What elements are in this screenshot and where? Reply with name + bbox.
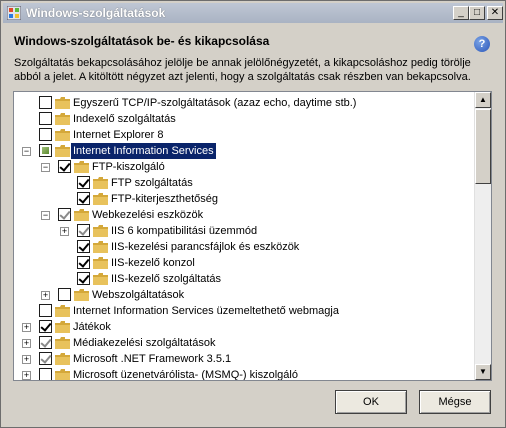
collapse-icon[interactable]: − bbox=[22, 147, 31, 156]
scrollbar-thumb[interactable] bbox=[475, 109, 491, 184]
folder-icon bbox=[74, 289, 89, 301]
expand-icon[interactable]: + bbox=[22, 339, 31, 348]
tree-item[interactable]: Egyszerű TCP/IP-szolgáltatások (azaz ech… bbox=[14, 95, 474, 111]
maximize-button[interactable]: □ bbox=[469, 6, 485, 20]
expand-icon[interactable]: + bbox=[41, 291, 50, 300]
tree-item-label: Médiakezelési szolgáltatások bbox=[73, 337, 216, 349]
folder-icon bbox=[93, 273, 108, 285]
tree-item[interactable]: + Médiakezelési szolgáltatások bbox=[14, 335, 474, 351]
help-icon[interactable]: ? bbox=[474, 36, 490, 52]
scroll-up-arrow-icon[interactable]: ▲ bbox=[475, 92, 491, 108]
feature-checkbox[interactable] bbox=[39, 368, 52, 380]
cancel-button[interactable]: Mégse bbox=[419, 390, 491, 414]
folder-icon bbox=[93, 193, 108, 205]
tree-item[interactable]: − Internet Information Services bbox=[14, 143, 474, 159]
expand-icon[interactable]: + bbox=[22, 355, 31, 364]
tree-item-label: FTP szolgáltatás bbox=[111, 177, 193, 189]
folder-icon bbox=[93, 225, 108, 237]
folder-icon bbox=[55, 113, 70, 125]
folder-icon bbox=[55, 145, 70, 157]
scroll-down-arrow-icon[interactable]: ▼ bbox=[475, 364, 491, 380]
feature-checkbox[interactable] bbox=[39, 352, 52, 365]
tree-item-label: IIS-kezelő konzol bbox=[111, 257, 195, 269]
tree-item[interactable]: IIS-kezelő szolgáltatás bbox=[14, 271, 474, 287]
tree-item[interactable]: FTP-kiterjeszthetőség bbox=[14, 191, 474, 207]
tree-item-label: Internet Explorer 8 bbox=[73, 129, 164, 141]
tree-item-label: IIS 6 kompatibilitási üzemmód bbox=[111, 225, 258, 237]
collapse-icon[interactable]: − bbox=[41, 163, 50, 172]
window-title: Windows-szolgáltatások bbox=[26, 6, 166, 20]
vertical-scrollbar[interactable]: ▲ ▼ bbox=[474, 92, 491, 380]
tree-item-label: Microsoft .NET Framework 3.5.1 bbox=[73, 353, 232, 365]
feature-checkbox[interactable] bbox=[77, 224, 90, 237]
feature-checkbox[interactable] bbox=[39, 128, 52, 141]
folder-icon bbox=[55, 353, 70, 365]
tree-item[interactable]: + Microsoft .NET Framework 3.5.1 bbox=[14, 351, 474, 367]
feature-checkbox[interactable] bbox=[39, 112, 52, 125]
close-button[interactable]: ✕ bbox=[487, 6, 503, 20]
feature-checkbox[interactable] bbox=[58, 160, 71, 173]
tree-item-label: Egyszerű TCP/IP-szolgáltatások (azaz ech… bbox=[73, 97, 357, 109]
tree-item[interactable]: Indexelő szolgáltatás bbox=[14, 111, 474, 127]
folder-icon bbox=[55, 305, 70, 317]
expand-icon[interactable]: + bbox=[22, 323, 31, 332]
windows-features-dialog: Windows-szolgáltatások _ □ ✕ Windows-szo… bbox=[0, 0, 506, 428]
tree-item-label: IIS-kezelő szolgáltatás bbox=[111, 273, 222, 285]
folder-icon bbox=[55, 97, 70, 109]
folder-icon bbox=[74, 209, 89, 221]
feature-checkbox[interactable] bbox=[39, 304, 52, 317]
minimize-button[interactable]: _ bbox=[453, 6, 469, 20]
dialog-heading: Windows-szolgáltatások be- és kikapcsolá… bbox=[14, 34, 270, 48]
tree-item[interactable]: Internet Information Services üzemelteth… bbox=[14, 303, 474, 319]
tree-item-label: IIS-kezelési parancsfájlok és eszközök bbox=[111, 241, 300, 253]
folder-icon bbox=[74, 161, 89, 173]
tree-item[interactable]: + IIS 6 kompatibilitási üzemmód bbox=[14, 223, 474, 239]
tree-item[interactable]: IIS-kezelési parancsfájlok és eszközök bbox=[14, 239, 474, 255]
tree-item-label: Játékok bbox=[73, 321, 111, 333]
feature-checkbox[interactable] bbox=[39, 336, 52, 349]
tree-item[interactable]: IIS-kezelő konzol bbox=[14, 255, 474, 271]
tree-item-label: FTP-kiterjeszthetőség bbox=[111, 193, 218, 205]
feature-checkbox[interactable] bbox=[39, 320, 52, 333]
folder-icon bbox=[55, 369, 70, 380]
feature-checkbox[interactable] bbox=[77, 176, 90, 189]
feature-checkbox[interactable] bbox=[77, 240, 90, 253]
tree-item-label: Webszolgáltatások bbox=[92, 289, 185, 301]
tree-item-label: FTP-kiszolgáló bbox=[92, 161, 165, 173]
windows-features-icon bbox=[7, 6, 21, 20]
tree-item[interactable]: Internet Explorer 8 bbox=[14, 127, 474, 143]
description-text: Szolgáltatás bekapcsolásához jelölje be … bbox=[14, 57, 471, 83]
tree-item-label: Internet Information Services üzemelteth… bbox=[73, 305, 339, 317]
folder-icon bbox=[93, 241, 108, 253]
folder-icon bbox=[93, 257, 108, 269]
tree-item-label: Indexelő szolgáltatás bbox=[73, 113, 176, 125]
feature-checkbox[interactable] bbox=[39, 144, 52, 157]
tree-item[interactable]: + Webszolgáltatások bbox=[14, 287, 474, 303]
expand-icon[interactable]: + bbox=[22, 371, 31, 380]
collapse-icon[interactable]: − bbox=[41, 211, 50, 220]
folder-icon bbox=[55, 129, 70, 141]
feature-checkbox[interactable] bbox=[77, 256, 90, 269]
tree-item[interactable]: + Játékok bbox=[14, 319, 474, 335]
tree-item[interactable]: + Microsoft üzenetvárólista- (MSMQ-) kisz… bbox=[14, 367, 474, 381]
feature-checkbox[interactable] bbox=[77, 272, 90, 285]
feature-checkbox[interactable] bbox=[58, 288, 71, 301]
tree-item-label: Microsoft üzenetvárólista- (MSMQ-) kiszo… bbox=[73, 369, 298, 381]
tree-item-label: Internet Information Services bbox=[71, 143, 216, 159]
feature-checkbox[interactable] bbox=[58, 208, 71, 221]
tree-item[interactable]: − Webkezelési eszközök bbox=[14, 207, 474, 223]
features-tree[interactable]: ▲ ▼ Egyszerű TCP/IP-szolgáltatások (azaz… bbox=[13, 91, 492, 381]
feature-checkbox[interactable] bbox=[77, 192, 90, 205]
title-bar[interactable]: Windows-szolgáltatások _ □ ✕ bbox=[3, 3, 503, 23]
tree-item[interactable]: − FTP-kiszolgáló bbox=[14, 159, 474, 175]
ok-button[interactable]: OK bbox=[335, 390, 407, 414]
expand-icon[interactable]: + bbox=[60, 227, 69, 236]
tree-item[interactable]: FTP szolgáltatás bbox=[14, 175, 474, 191]
folder-icon bbox=[55, 321, 70, 333]
tree-item-label: Webkezelési eszközök bbox=[92, 209, 204, 221]
feature-checkbox[interactable] bbox=[39, 96, 52, 109]
folder-icon bbox=[55, 337, 70, 349]
folder-icon bbox=[93, 177, 108, 189]
